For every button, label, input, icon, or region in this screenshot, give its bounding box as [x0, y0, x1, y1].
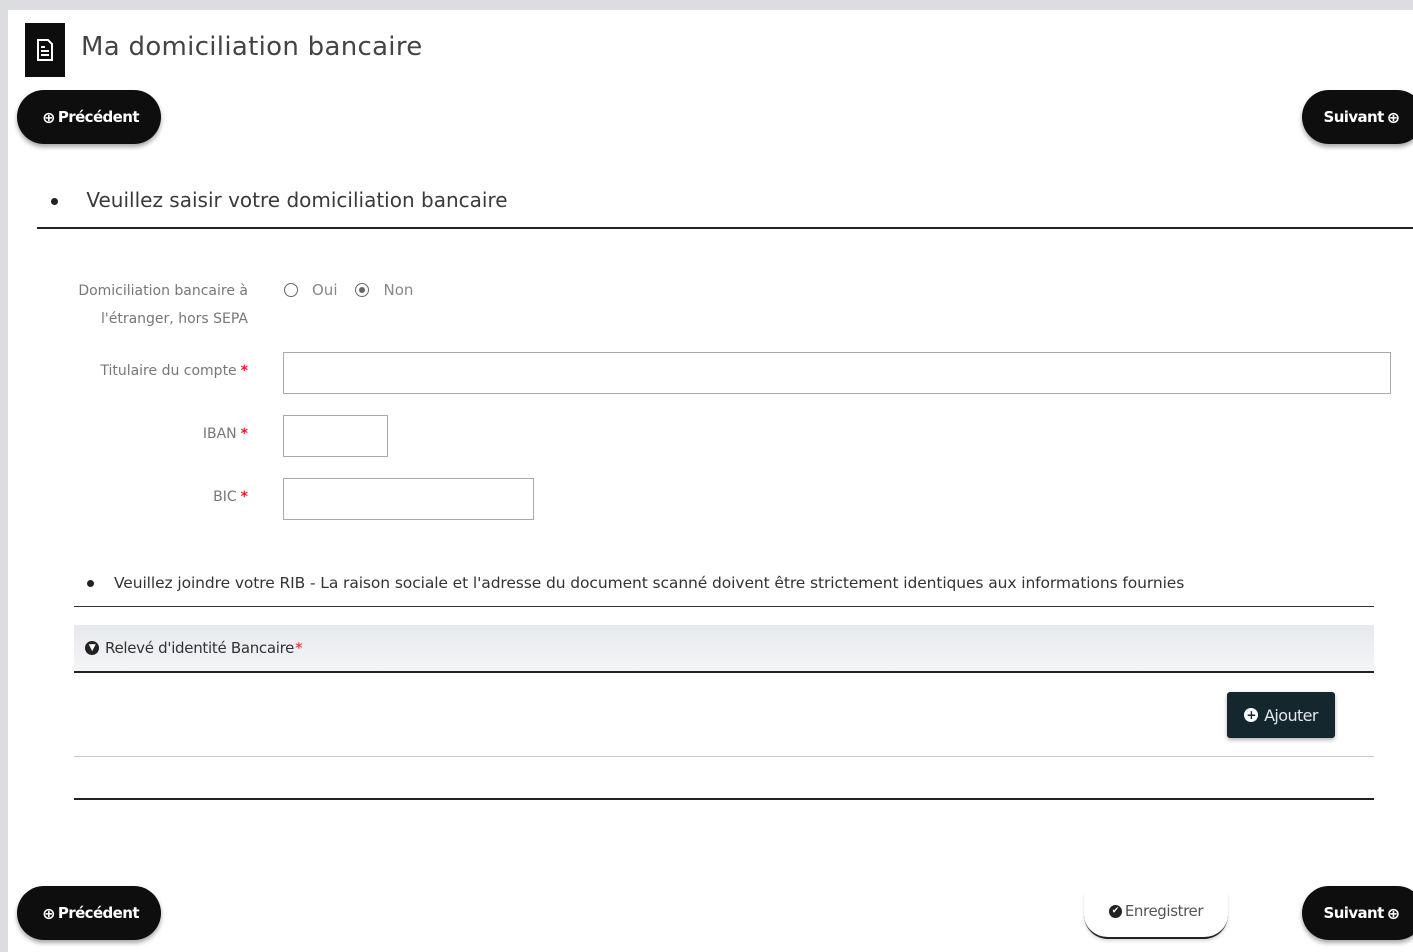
previous-button-top[interactable]: ⊕ Précédent — [17, 90, 161, 144]
circle-plus-icon: ⊕ — [42, 903, 55, 923]
circle-plus-icon: ⊕ — [1386, 903, 1400, 923]
page-title: Ma domiciliation bancaire — [81, 32, 423, 62]
rib-instruction-text: Veuillez joindre votre RIB - La raison s… — [114, 574, 1185, 592]
next-label: Suivant — [1323, 108, 1385, 126]
account-holder-label-text: Titulaire du compte — [100, 363, 237, 379]
bic-label: BIC * — [38, 483, 248, 511]
bic-input[interactable] — [283, 478, 534, 520]
foreign-bank-label: Domiciliation bancaire à l'étranger, hor… — [38, 277, 248, 333]
divider — [37, 227, 1413, 229]
radio-oui[interactable] — [284, 283, 298, 297]
radio-non-label: Non — [383, 281, 414, 299]
radio-non[interactable] — [355, 283, 370, 297]
required-marker: * — [295, 639, 303, 657]
add-label: Ajouter — [1264, 705, 1318, 725]
foreign-bank-radio-group: Oui Non — [284, 281, 431, 299]
required-marker: * — [240, 426, 248, 442]
iban-label-text: IBAN — [202, 426, 237, 442]
circle-plus-icon: ⊕ — [42, 107, 55, 127]
account-holder-label: Titulaire du compte * — [38, 357, 248, 385]
bullet-icon — [87, 580, 94, 587]
next-button-bottom[interactable]: Suivant ⊕ — [1302, 886, 1413, 940]
divider — [74, 756, 1374, 757]
iban-input[interactable] — [283, 415, 388, 457]
page-container: Ma domiciliation bancaire ⊕ Précédent Su… — [8, 10, 1413, 952]
rib-instruction: Veuillez joindre votre RIB - La raison s… — [87, 574, 1184, 592]
account-holder-input[interactable] — [283, 352, 1391, 394]
next-button-top[interactable]: Suivant ⊕ — [1302, 90, 1413, 144]
bic-label-text: BIC — [213, 489, 237, 505]
document-icon — [25, 23, 65, 77]
radio-oui-label: Oui — [312, 281, 338, 299]
iban-label: IBAN * — [38, 420, 248, 448]
divider — [74, 798, 1374, 800]
plus-icon: + — [1244, 708, 1259, 722]
save-button[interactable]: ✔ Enregistrer — [1084, 893, 1228, 939]
check-circle-icon: ✔ — [1108, 904, 1122, 918]
next-label: Suivant — [1323, 904, 1385, 922]
divider — [74, 606, 1374, 607]
rib-accordion-title: Relevé d'identité Bancaire — [105, 639, 295, 657]
add-button[interactable]: + Ajouter — [1227, 692, 1335, 738]
rib-accordion-header[interactable]: ▼ Relevé d'identité Bancaire * — [74, 625, 1374, 673]
previous-label: Précédent — [57, 108, 140, 126]
previous-button-bottom[interactable]: ⊕ Précédent — [17, 886, 161, 940]
circle-plus-icon: ⊕ — [1386, 107, 1400, 127]
previous-label: Précédent — [57, 904, 140, 922]
bullet-icon — [51, 198, 58, 205]
foreign-bank-label-line1: Domiciliation bancaire à — [78, 283, 248, 299]
required-marker: * — [240, 363, 248, 379]
foreign-bank-label-line2: l'étranger, hors SEPA — [101, 311, 248, 327]
section-title: Veuillez saisir votre domiciliation banc… — [51, 188, 508, 212]
section-title-text: Veuillez saisir votre domiciliation banc… — [86, 188, 508, 212]
chevron-down-icon: ▼ — [85, 641, 99, 655]
required-marker: * — [240, 489, 248, 505]
save-label: Enregistrer — [1124, 902, 1204, 920]
